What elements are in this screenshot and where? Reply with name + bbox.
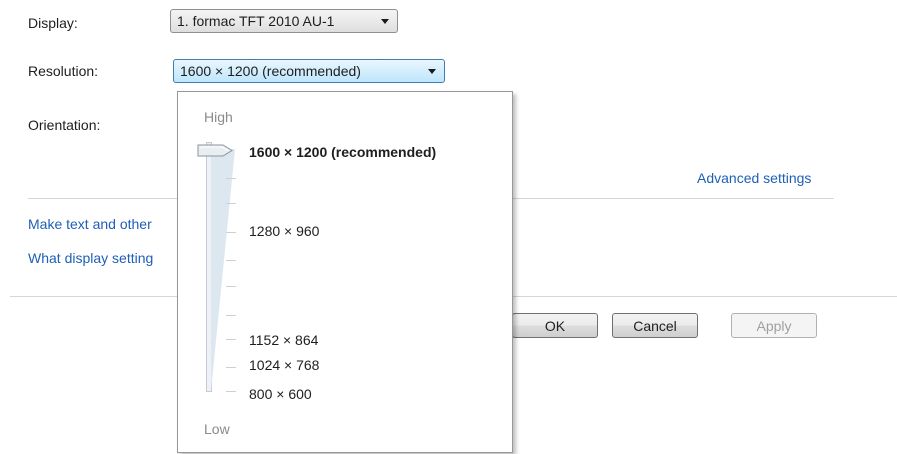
slider-thumb[interactable] xyxy=(197,144,233,157)
slider-wedge xyxy=(211,149,235,391)
resolution-option-selected[interactable]: 1600 × 1200 (recommended) xyxy=(249,144,436,160)
resolution-option[interactable]: 1280 × 960 xyxy=(249,223,319,239)
slider-tick xyxy=(226,232,236,233)
slider-tick xyxy=(226,391,236,392)
resolution-slider-popup: High 1600 × 1200 (recommended) 1280 × 96… xyxy=(177,91,513,453)
make-text-larger-link[interactable]: Make text and other xyxy=(28,216,152,232)
low-label: Low xyxy=(204,421,230,437)
ok-button[interactable]: OK xyxy=(512,313,598,338)
resolution-option[interactable]: 1152 × 864 xyxy=(249,332,318,348)
display-settings-help-link[interactable]: What display setting xyxy=(28,250,153,266)
chevron-down-icon xyxy=(381,19,389,24)
resolution-dropdown[interactable]: 1600 × 1200 (recommended) xyxy=(173,59,445,83)
slider-tick xyxy=(226,315,236,316)
resolution-label: Resolution: xyxy=(28,63,99,79)
slider-tick xyxy=(226,178,236,179)
advanced-settings-link[interactable]: Advanced settings xyxy=(697,170,811,186)
slider-tick xyxy=(226,203,236,204)
orientation-label: Orientation: xyxy=(28,117,101,133)
display-dropdown[interactable]: 1. formac TFT 2010 AU-1 xyxy=(170,9,398,33)
chevron-down-icon xyxy=(428,69,436,74)
slider-tick xyxy=(226,286,236,287)
display-dropdown-value: 1. formac TFT 2010 AU-1 xyxy=(177,13,335,29)
resolution-dropdown-value: 1600 × 1200 (recommended) xyxy=(180,63,361,79)
slider-tick xyxy=(226,260,236,261)
display-label: Display: xyxy=(28,15,78,31)
high-label: High xyxy=(204,109,233,125)
cancel-button[interactable]: Cancel xyxy=(612,313,698,338)
slider-tick xyxy=(226,367,236,368)
slider-tick xyxy=(226,339,236,340)
resolution-option[interactable]: 1024 × 768 xyxy=(249,357,319,373)
resolution-option[interactable]: 800 × 600 xyxy=(249,386,312,402)
apply-button[interactable]: Apply xyxy=(731,313,817,338)
